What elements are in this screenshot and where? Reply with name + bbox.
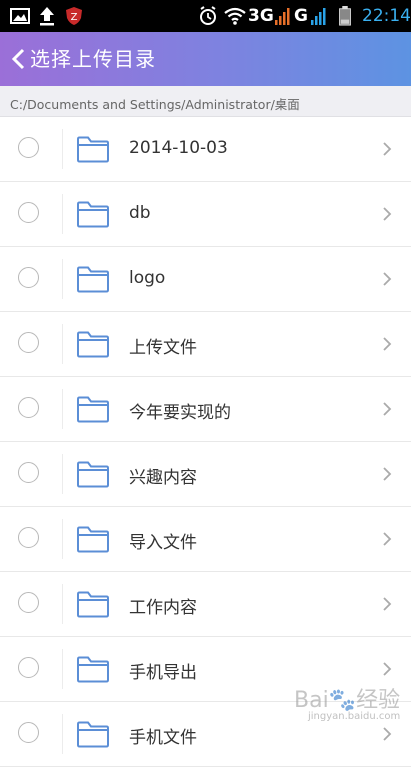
svg-text:Z: Z <box>71 12 78 23</box>
folder-list: 2014-10-03 db logo 上传文件今年要实现的 兴趣内容导入文件工作内容手机… <box>0 117 411 767</box>
chevron-right-icon[interactable] <box>382 206 392 222</box>
list-item[interactable]: 兴趣内容 <box>0 442 411 507</box>
list-item[interactable]: 导入文件 <box>0 507 411 572</box>
list-item[interactable]: 工作内容 <box>0 572 411 637</box>
image-icon <box>10 8 30 24</box>
divider <box>62 714 63 754</box>
divider <box>62 519 63 559</box>
back-arrow-icon[interactable] <box>10 48 28 70</box>
path-text: C:/Documents and Settings/Administrator/… <box>10 97 300 112</box>
clock: 22:14 <box>362 6 411 26</box>
folder-icon <box>77 331 109 358</box>
folder-name: 手机导出 <box>129 663 197 683</box>
folder-icon <box>77 461 109 488</box>
divider <box>62 389 63 429</box>
select-radio[interactable] <box>18 137 39 158</box>
divider <box>62 649 63 689</box>
select-radio[interactable] <box>18 462 39 483</box>
select-radio[interactable] <box>18 267 39 288</box>
breadcrumb: C:/Documents and Settings/Administrator/… <box>0 86 411 117</box>
network-g-label: G <box>294 6 308 26</box>
select-radio[interactable] <box>18 527 39 548</box>
chevron-right-icon[interactable] <box>382 336 392 352</box>
folder-name: 今年要实现的 <box>129 403 231 423</box>
chevron-right-icon[interactable] <box>382 596 392 612</box>
folder-icon <box>77 136 109 163</box>
folder-icon <box>77 591 109 618</box>
signal-icon <box>275 8 290 25</box>
chevron-right-icon[interactable] <box>382 531 392 547</box>
select-radio[interactable] <box>18 332 39 353</box>
chevron-right-icon[interactable] <box>382 661 392 677</box>
shield-z-icon: Z <box>66 7 82 25</box>
wifi-icon <box>224 7 246 25</box>
chevron-right-icon[interactable] <box>382 141 392 157</box>
list-item[interactable]: 上传文件 <box>0 312 411 377</box>
network-3g-label: 3G <box>248 6 274 26</box>
divider <box>62 194 63 234</box>
select-radio[interactable] <box>18 592 39 613</box>
divider <box>62 584 63 624</box>
status-bar: Z 3G G 22:14 <box>0 0 411 32</box>
folder-icon <box>77 526 109 553</box>
select-radio[interactable] <box>18 722 39 743</box>
select-radio[interactable] <box>18 202 39 223</box>
signal-icon <box>311 8 326 25</box>
folder-icon <box>77 656 109 683</box>
page-title: 选择上传目录 <box>30 47 156 71</box>
baidu-watermark-url: jingyan.baidu.com <box>308 711 401 722</box>
baidu-watermark: Bai🐾经验 <box>294 688 401 713</box>
folder-icon <box>77 201 109 228</box>
chevron-right-icon[interactable] <box>382 401 392 417</box>
list-item[interactable]: 2014-10-03 <box>0 117 411 182</box>
divider <box>62 454 63 494</box>
select-radio[interactable] <box>18 397 39 418</box>
chevron-right-icon[interactable] <box>382 466 392 482</box>
alarm-icon <box>200 6 216 25</box>
list-item[interactable]: logo <box>0 247 411 312</box>
folder-name: 上传文件 <box>129 338 197 358</box>
folder-name: db <box>129 203 151 223</box>
folder-name: 导入文件 <box>129 533 197 553</box>
chevron-right-icon[interactable] <box>382 726 392 742</box>
folder-name: 2014-10-03 <box>129 138 228 158</box>
list-item[interactable]: 今年要实现的 <box>0 377 411 442</box>
folder-icon <box>77 721 109 748</box>
upload-icon <box>40 7 54 26</box>
chevron-right-icon[interactable] <box>382 271 392 287</box>
battery-icon <box>339 6 351 26</box>
list-item[interactable]: db <box>0 182 411 247</box>
app-bar: 选择上传目录 <box>0 32 411 86</box>
folder-icon <box>77 266 109 293</box>
folder-icon <box>77 396 109 423</box>
divider <box>62 259 63 299</box>
select-radio[interactable] <box>18 657 39 678</box>
divider <box>62 324 63 364</box>
folder-name: 兴趣内容 <box>129 468 197 488</box>
folder-name: 工作内容 <box>129 598 197 618</box>
folder-name: logo <box>129 268 166 288</box>
divider <box>62 129 63 169</box>
